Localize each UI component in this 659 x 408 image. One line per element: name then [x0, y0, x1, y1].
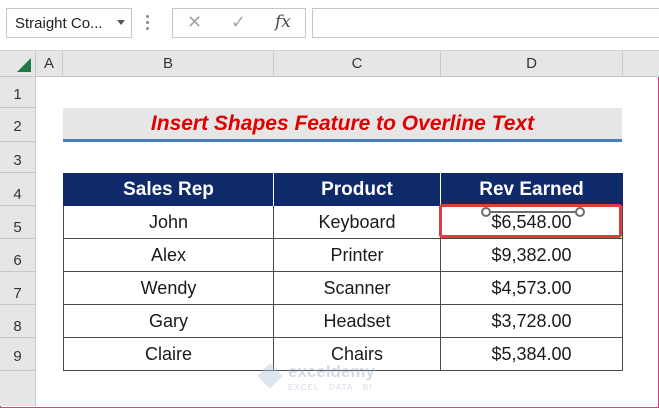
- column-header-e[interactable]: [623, 51, 659, 77]
- row-header-2[interactable]: 2: [0, 108, 36, 142]
- row-header-10[interactable]: [0, 371, 36, 406]
- cell-sales-rep[interactable]: Wendy: [63, 272, 274, 305]
- header-product[interactable]: Product: [274, 173, 441, 206]
- row-header-8[interactable]: 8: [0, 305, 36, 338]
- drag-handle-icon[interactable]: [146, 12, 150, 34]
- column-header-b[interactable]: B: [63, 51, 274, 77]
- watermark-tagline: EXCEL · DATA · BI: [288, 383, 373, 392]
- highlight-box: [439, 204, 622, 238]
- cell-rev-earned[interactable]: $9,382.00: [441, 239, 623, 272]
- watermark: exceldemy EXCEL · DATA · BI: [257, 362, 408, 396]
- table-row: Alex Printer $9,382.00: [63, 239, 623, 272]
- table-row: Wendy Scanner $4,573.00: [63, 272, 623, 305]
- select-all-button[interactable]: [0, 51, 36, 77]
- row-header-5[interactable]: 5: [0, 206, 36, 239]
- column-header-a[interactable]: A: [36, 51, 63, 77]
- cell-sales-rep[interactable]: John: [63, 206, 274, 239]
- cancel-icon[interactable]: ✕: [187, 12, 202, 33]
- name-box[interactable]: Straight Co...: [6, 8, 132, 38]
- chevron-down-icon[interactable]: [117, 20, 125, 25]
- sheet-title[interactable]: Insert Shapes Feature to Overline Text: [63, 108, 622, 142]
- cell-sales-rep[interactable]: Alex: [63, 239, 274, 272]
- name-box-value: Straight Co...: [15, 15, 103, 32]
- table-header-row: Sales Rep Product Rev Earned: [63, 173, 623, 206]
- cell-rev-earned[interactable]: $5,384.00: [441, 338, 623, 371]
- insert-function-icon[interactable]: fx: [275, 12, 291, 32]
- overline-shape[interactable]: [487, 211, 580, 213]
- cell-product[interactable]: Printer: [274, 239, 441, 272]
- select-all-triangle-icon: [17, 58, 31, 72]
- table-row: Gary Headset $3,728.00: [63, 305, 623, 338]
- row-header-7[interactable]: 7: [0, 272, 36, 305]
- cell-product[interactable]: Keyboard: [274, 206, 441, 239]
- enter-icon[interactable]: ✓: [231, 12, 246, 33]
- cell-product[interactable]: Scanner: [274, 272, 441, 305]
- watermark-name: exceldemy: [288, 362, 375, 381]
- column-header-d[interactable]: D: [441, 51, 623, 77]
- row-header-4[interactable]: 4: [0, 173, 36, 206]
- formula-buttons: ✕ ✓ fx: [172, 8, 306, 38]
- row-header-6[interactable]: 6: [0, 239, 36, 272]
- shape-handle-left[interactable]: [481, 207, 491, 217]
- row-header-3[interactable]: 3: [0, 142, 36, 173]
- formula-bar: Straight Co... ✕ ✓ fx: [0, 0, 659, 51]
- cell-rev-earned[interactable]: $3,728.00: [441, 305, 623, 338]
- header-rev-earned[interactable]: Rev Earned: [441, 173, 623, 206]
- formula-input[interactable]: [312, 8, 659, 38]
- row-header-9[interactable]: 9: [0, 338, 36, 371]
- header-sales-rep[interactable]: Sales Rep: [63, 173, 274, 206]
- cell-sales-rep[interactable]: Claire: [63, 338, 274, 371]
- cell-sales-rep[interactable]: Gary: [63, 305, 274, 338]
- column-header-c[interactable]: C: [274, 51, 441, 77]
- row-header-1[interactable]: 1: [0, 77, 36, 108]
- shape-handle-right[interactable]: [575, 207, 585, 217]
- exceldemy-logo-icon: [257, 363, 283, 389]
- cell-rev-earned[interactable]: $4,573.00: [441, 272, 623, 305]
- cell-product[interactable]: Headset: [274, 305, 441, 338]
